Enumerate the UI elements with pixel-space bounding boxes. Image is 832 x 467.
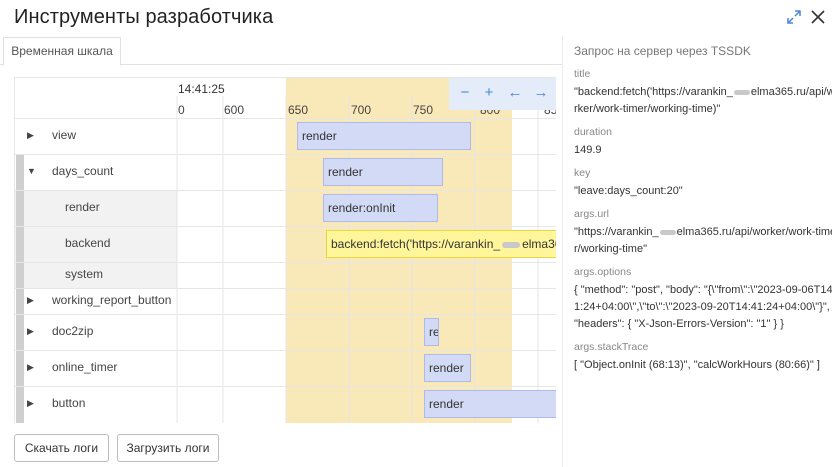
redacted-text bbox=[659, 229, 676, 235]
detail-value: 149.9 bbox=[574, 144, 602, 156]
expand-icon[interactable] bbox=[786, 9, 802, 25]
timeline-row-doc2zip[interactable]: ▶ doc2zip bbox=[15, 314, 177, 350]
collapse-arrow-icon[interactable]: ▼ bbox=[27, 166, 36, 176]
upload-logs-button[interactable]: Загрузить логи bbox=[117, 434, 219, 462]
detail-key: key bbox=[574, 167, 591, 179]
timeline-row-backend[interactable]: backend bbox=[15, 226, 177, 262]
close-icon[interactable] bbox=[810, 9, 826, 25]
detail-key: duration bbox=[574, 126, 612, 138]
timeline-time-label: 14:41:25 bbox=[178, 82, 225, 96]
download-logs-button[interactable]: Скачать логи bbox=[14, 434, 109, 462]
details-heading: Запрос на сервер через TSSDK bbox=[574, 44, 751, 58]
row-name-label: days_count bbox=[52, 164, 114, 178]
timeline-row-render[interactable]: render bbox=[15, 190, 177, 226]
timeline-event-bar[interactable]: re bbox=[424, 318, 439, 346]
timeline-event-bar[interactable]: render:onInit bbox=[323, 194, 438, 222]
detail-value: "backend:fetch('https://varankin_ elma365… bbox=[574, 86, 832, 115]
timeline-tick-label: 750 bbox=[413, 103, 434, 117]
timeline-event-bar[interactable]: render bbox=[323, 158, 443, 186]
timeline-event-bar[interactable]: render bbox=[424, 354, 471, 382]
expand-arrow-icon[interactable]: ▶ bbox=[27, 326, 34, 337]
detail-value: { "method": "post", "body": "{\"from\":\… bbox=[574, 284, 832, 330]
row-name-label: system bbox=[65, 267, 104, 281]
timeline-row-days-count[interactable]: ▼ days_count bbox=[15, 154, 177, 190]
timeline-tick-label: 650 bbox=[288, 103, 309, 117]
timeline-tick-label: 600 bbox=[224, 103, 245, 117]
timeline-controls: − + ← → bbox=[449, 78, 556, 110]
timeline-tick-label: 700 bbox=[351, 103, 372, 117]
window-header: Инструменты разработчика bbox=[0, 0, 832, 36]
expand-arrow-icon[interactable]: ▶ bbox=[27, 398, 34, 409]
tab-strip: Временная шкала bbox=[0, 37, 562, 66]
timeline-event-bar[interactable]: render bbox=[297, 122, 471, 150]
row-name-label: button bbox=[52, 396, 86, 410]
expand-arrow-icon[interactable]: ▶ bbox=[27, 362, 34, 373]
details-panel: Запрос на сервер через TSSDK title "backe… bbox=[574, 44, 832, 374]
row-name-label: view bbox=[52, 128, 77, 142]
detail-key: title bbox=[574, 68, 591, 80]
row-name-label: online_timer bbox=[52, 360, 118, 374]
detail-value: [ "Object.onInit (68:13)", "calcWorkHour… bbox=[574, 359, 820, 371]
timeline-row-view[interactable]: ▶ view bbox=[15, 118, 177, 154]
detail-key: args.url bbox=[574, 208, 610, 220]
zoom-out-button[interactable]: − bbox=[455, 83, 475, 103]
window-title: Инструменты разработчика bbox=[14, 6, 274, 28]
expand-arrow-icon[interactable]: ▶ bbox=[27, 130, 34, 141]
detail-key: args.stackTrace bbox=[574, 341, 649, 353]
timeline-chart[interactable]: 14:41:25 060065070075080085 − + ← → ▶vie… bbox=[14, 77, 556, 423]
timeline-row-system[interactable]: system bbox=[15, 262, 177, 288]
timeline-tick-label: 0 bbox=[178, 103, 185, 117]
scroll-left-button[interactable]: ← bbox=[505, 83, 525, 103]
redacted-text bbox=[733, 89, 750, 95]
timeline-row-online-timer[interactable]: ▶ online_timer bbox=[15, 350, 177, 386]
scroll-right-button[interactable]: → bbox=[531, 83, 551, 103]
row-name-label: doc2zip bbox=[52, 324, 94, 338]
timeline-event-bar[interactable]: render bbox=[424, 390, 556, 418]
detail-value: "leave:days_count:20" bbox=[574, 185, 683, 197]
tab-timeline[interactable]: Временная шкала bbox=[3, 37, 121, 66]
row-name-label: backend bbox=[65, 236, 111, 250]
timeline-event-bar[interactable]: backend:fetch('https://varankin_elma36 bbox=[326, 230, 556, 258]
row-name-label: working_report_button bbox=[52, 293, 172, 307]
row-name-label: render bbox=[65, 200, 100, 214]
detail-value: "https://varankin_ elma365.ru/api/worker/… bbox=[574, 226, 832, 255]
expand-arrow-icon[interactable]: ▶ bbox=[27, 295, 34, 306]
detail-key: args.options bbox=[574, 266, 632, 278]
zoom-in-button[interactable]: + bbox=[479, 83, 499, 103]
timeline-row-working-report-button[interactable]: ▶ working_report_button bbox=[15, 288, 177, 314]
redacted-text bbox=[502, 241, 521, 248]
timeline-row-button[interactable]: ▶ button bbox=[15, 386, 177, 422]
panel-divider bbox=[562, 36, 563, 467]
